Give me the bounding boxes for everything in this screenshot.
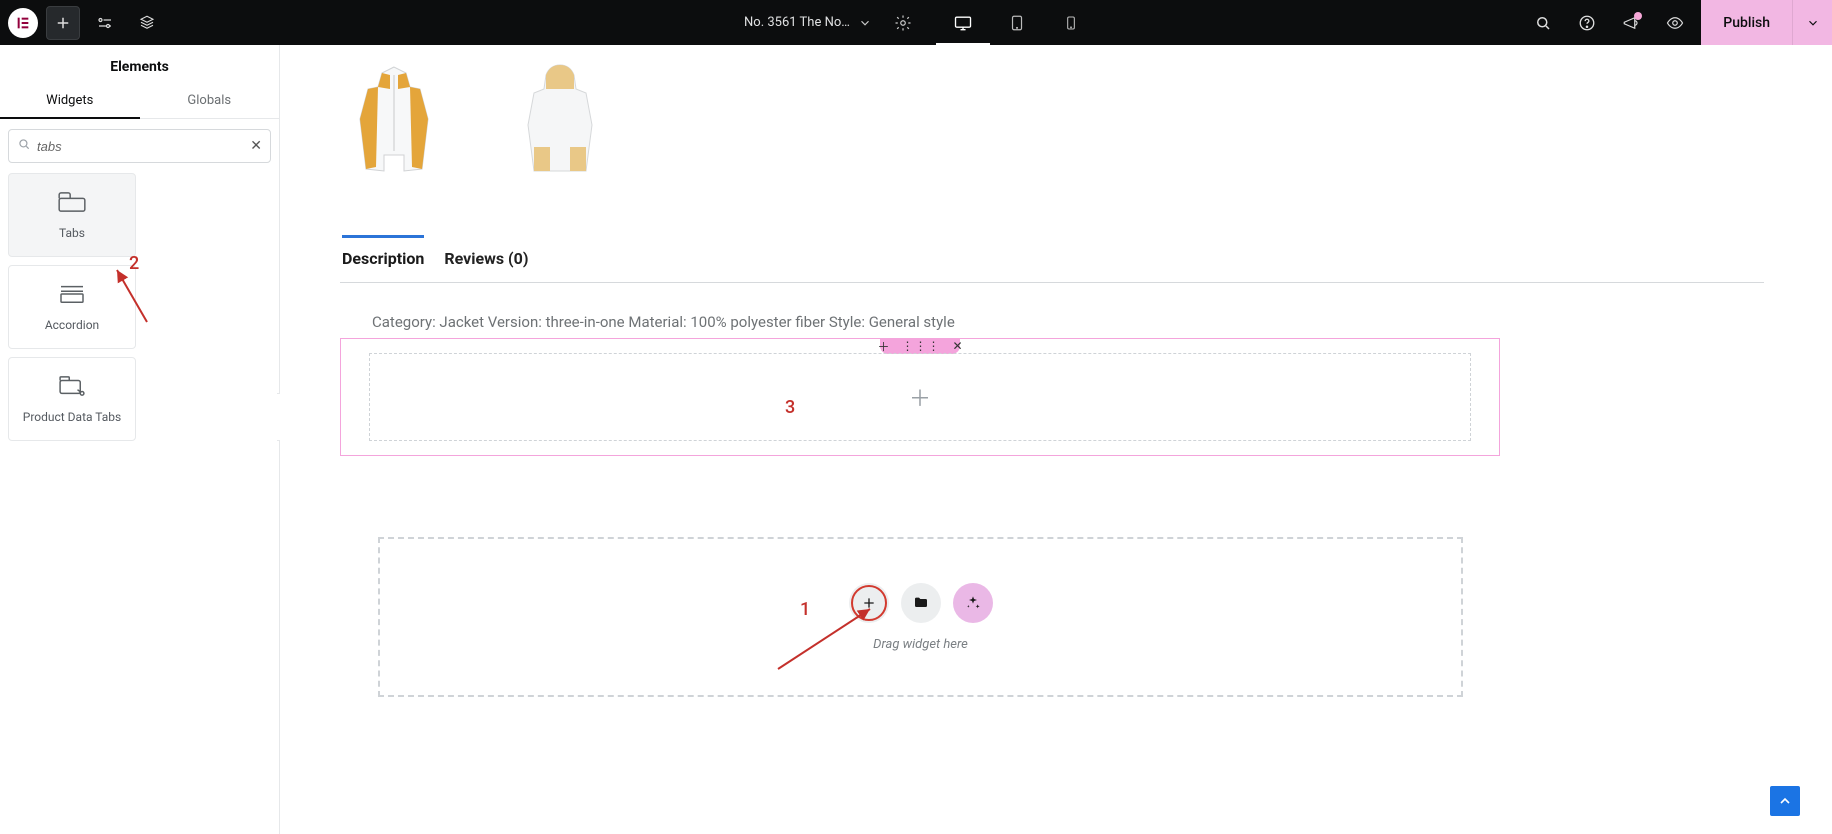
help-button[interactable] (1565, 1, 1609, 45)
scroll-to-top-button[interactable] (1770, 786, 1800, 816)
product-tab-reviews[interactable]: Reviews (0) (444, 237, 528, 282)
product-thumbnail-2[interactable] (506, 55, 614, 183)
widget-product-data-tabs[interactable]: Product Data Tabs (8, 357, 136, 441)
section-delete-button[interactable]: ✕ (952, 339, 962, 353)
widget-accordion[interactable]: Accordion (8, 265, 136, 349)
ai-generate-button[interactable] (953, 583, 993, 623)
product-data-tabs-widget-icon (57, 375, 87, 400)
search-input[interactable] (37, 139, 240, 154)
search-icon (17, 137, 31, 155)
selected-section[interactable]: ＋ ⋮⋮⋮ ✕ ＋ (340, 338, 1500, 456)
panel-tabs: Widgets Globals (0, 83, 279, 119)
structure-button[interactable] (130, 6, 164, 40)
responsive-device-tabs (936, 0, 1098, 45)
product-thumbnail-1[interactable] (340, 55, 448, 183)
search-clear-button[interactable]: ✕ (250, 138, 262, 154)
device-mobile[interactable] (1044, 0, 1098, 45)
section-drag-handle[interactable]: ⋮⋮⋮ (901, 339, 940, 353)
annotation-circle-icon (851, 585, 887, 621)
tabs-widget-icon (57, 191, 87, 216)
new-section-dropzone[interactable]: Drag widget here (378, 537, 1463, 697)
editor-topbar: No. 3561 The No… (0, 0, 1832, 45)
elements-panel: Elements Widgets Globals ✕ (0, 45, 280, 834)
page-settings-button[interactable] (88, 6, 122, 40)
tab-widgets-label: Widgets (46, 93, 93, 108)
accordion-widget-icon (57, 283, 87, 308)
section-add-button[interactable]: ＋ (877, 338, 889, 355)
publish-options-button[interactable] (1792, 0, 1832, 45)
widget-search-box: ✕ (8, 129, 271, 163)
product-tab-description-label: Description (342, 249, 424, 268)
product-description-text: Category: Jacket Version: three-in-one M… (372, 313, 955, 331)
preview-button[interactable] (1653, 1, 1697, 45)
widget-product-data-tabs-label: Product Data Tabs (23, 410, 121, 424)
topbar-center-group: No. 3561 The No… (734, 0, 1098, 45)
empty-column[interactable]: ＋ (369, 353, 1471, 441)
editor-canvas: Description Reviews (0) Category: Jacket… (280, 45, 1832, 834)
dropzone-buttons (849, 583, 993, 623)
tab-globals[interactable]: Globals (140, 83, 280, 118)
section-handle: ＋ ⋮⋮⋮ ✕ (880, 338, 960, 354)
tab-widgets[interactable]: Widgets (0, 83, 140, 118)
page-selector[interactable]: No. 3561 The No… (734, 0, 882, 45)
add-template-button[interactable] (901, 583, 941, 623)
elementor-logo[interactable] (8, 8, 38, 38)
widget-tabs[interactable]: Tabs (8, 173, 136, 257)
panel-title: Elements (0, 45, 279, 83)
device-desktop[interactable] (936, 0, 990, 45)
product-tab-reviews-label: Reviews (0) (444, 249, 528, 268)
finder-search-button[interactable] (1521, 1, 1565, 45)
dropzone-text: Drag widget here (873, 637, 968, 652)
product-thumbnails (340, 55, 614, 183)
notification-dot-icon (1634, 12, 1642, 20)
topbar-left-group (0, 6, 164, 40)
publish-label: Publish (1723, 15, 1770, 31)
page-name-label: No. 3561 The No… (744, 15, 850, 30)
widgets-grid: Tabs Accordion Product Data Tabs (0, 173, 279, 441)
add-element-button[interactable] (46, 6, 80, 40)
device-tablet[interactable] (990, 0, 1044, 45)
product-tab-description[interactable]: Description (342, 237, 424, 282)
column-add-icon: ＋ (909, 381, 931, 413)
whats-new-button[interactable] (1609, 1, 1653, 45)
publish-button[interactable]: Publish (1701, 0, 1792, 45)
topbar-right-group: Publish (1521, 0, 1832, 45)
widget-accordion-label: Accordion (45, 318, 99, 332)
site-settings-button[interactable] (886, 6, 920, 40)
tab-globals-label: Globals (187, 93, 231, 108)
product-tabs: Description Reviews (0) (340, 237, 1764, 283)
widget-tabs-label: Tabs (59, 226, 85, 240)
add-section-button[interactable] (849, 583, 889, 623)
